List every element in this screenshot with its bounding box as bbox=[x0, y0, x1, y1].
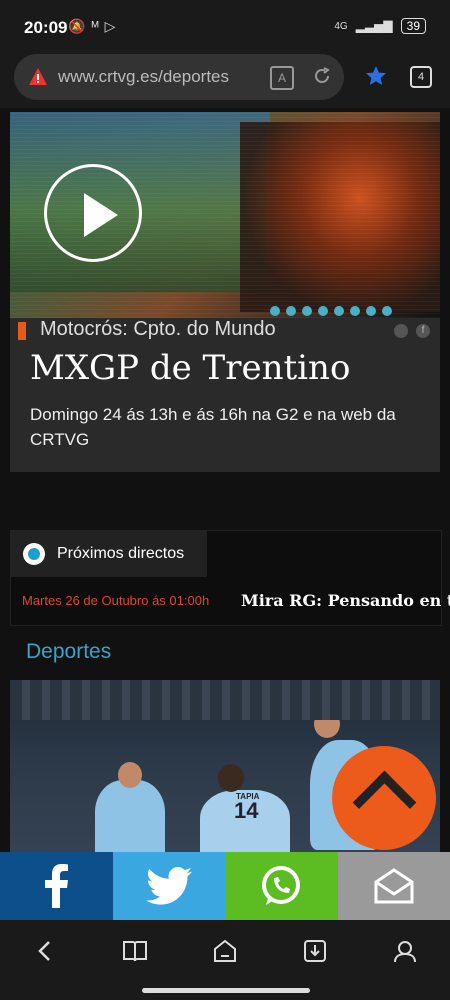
carousel-dot[interactable] bbox=[366, 306, 376, 316]
featured-description: Domingo 24 ás 13h e ás 16h na G2 e na we… bbox=[30, 405, 396, 449]
jersey-number: 14 bbox=[234, 798, 259, 823]
live-header-title: Próximos directos bbox=[57, 545, 185, 562]
status-bar: 20:09 🔕 ᴹ ▷ 4G ▂▃▅▇ 39 bbox=[0, 0, 450, 52]
back-icon[interactable] bbox=[32, 938, 58, 964]
email-share-button[interactable] bbox=[337, 852, 450, 920]
carousel-dot[interactable] bbox=[318, 306, 328, 316]
live-indicator-dot bbox=[28, 548, 40, 560]
tab-count-button[interactable]: 4 bbox=[410, 66, 432, 88]
category-marker bbox=[18, 322, 26, 340]
mute-bell-icon: 🔕 bbox=[68, 18, 86, 34]
carousel-dot[interactable] bbox=[334, 306, 344, 316]
network-label: 4G bbox=[334, 20, 348, 32]
url-text[interactable]: www.crtvg.es/deportes bbox=[58, 67, 229, 87]
carousel-dot[interactable] bbox=[302, 306, 312, 316]
carousel-dots bbox=[270, 306, 392, 316]
facebook-icon bbox=[45, 864, 69, 908]
section-title[interactable]: Deportes bbox=[26, 640, 111, 664]
live-indicator-icon bbox=[23, 543, 45, 565]
share-bar bbox=[0, 852, 450, 920]
notification-icons: 🔕 ᴹ ▷ bbox=[68, 18, 115, 35]
player-head bbox=[118, 762, 142, 788]
carousel-dot[interactable] bbox=[350, 306, 360, 316]
carrier-icon: ᴹ bbox=[91, 18, 99, 34]
upcoming-live-box: Próximos directos Martes 26 de Outubro á… bbox=[10, 530, 450, 626]
chevron-up-icon bbox=[352, 770, 417, 835]
downloads-icon[interactable] bbox=[302, 938, 328, 964]
live-date: Martes 26 de Outubro ás 01:00h bbox=[22, 593, 210, 608]
featured-card[interactable]: Motocrós: Cpto. do Mundo f MXGP de Trent… bbox=[10, 318, 440, 472]
featured-title[interactable]: MXGP de Trentino bbox=[30, 348, 350, 388]
featured-category: Motocrós: Cpto. do Mundo bbox=[40, 318, 276, 340]
live-header: Próximos directos bbox=[11, 531, 207, 577]
featured-video-thumbnail[interactable] bbox=[10, 112, 440, 318]
player-head bbox=[218, 764, 244, 792]
whatsapp-icon bbox=[262, 866, 301, 905]
play-icon bbox=[84, 193, 118, 237]
warning-icon[interactable] bbox=[28, 67, 48, 87]
twitter-share-icon[interactable] bbox=[394, 324, 408, 338]
battery-indicator: 39 bbox=[400, 18, 426, 34]
profile-icon[interactable] bbox=[392, 938, 418, 964]
signal-icon: ▂▃▅▇ bbox=[355, 19, 393, 33]
status-right: 4G ▂▃▅▇ 39 bbox=[334, 18, 426, 34]
bookmarks-book-icon[interactable] bbox=[122, 938, 148, 964]
bookmark-star-icon[interactable] bbox=[364, 64, 388, 88]
status-time: 20:09 bbox=[24, 18, 68, 37]
address-bar[interactable]: www.crtvg.es/deportes A bbox=[14, 54, 344, 100]
facebook-share-button[interactable] bbox=[0, 852, 113, 920]
reload-icon[interactable] bbox=[312, 66, 332, 86]
twitter-icon bbox=[145, 867, 192, 905]
carousel-dot[interactable] bbox=[382, 306, 392, 316]
facebook-share-icon[interactable]: f bbox=[416, 324, 430, 338]
home-indicator bbox=[142, 988, 310, 993]
reader-mode-icon[interactable]: A bbox=[270, 66, 294, 90]
jersey-name: TAPIA bbox=[236, 792, 260, 801]
player-figure bbox=[95, 780, 165, 852]
crowd-backdrop bbox=[10, 680, 440, 720]
mail-icon bbox=[374, 868, 414, 904]
carousel-dot[interactable] bbox=[270, 306, 280, 316]
live-program-title[interactable]: Mira RG: Pensando en ti bbox=[241, 591, 450, 610]
twitter-share-button[interactable] bbox=[112, 852, 225, 920]
scroll-to-top-button[interactable] bbox=[332, 746, 436, 850]
play-button[interactable] bbox=[44, 164, 142, 262]
whatsapp-share-button[interactable] bbox=[225, 852, 338, 920]
home-icon[interactable] bbox=[212, 938, 238, 964]
carousel-dot[interactable] bbox=[286, 306, 296, 316]
play-store-icon: ▷ bbox=[104, 18, 116, 34]
